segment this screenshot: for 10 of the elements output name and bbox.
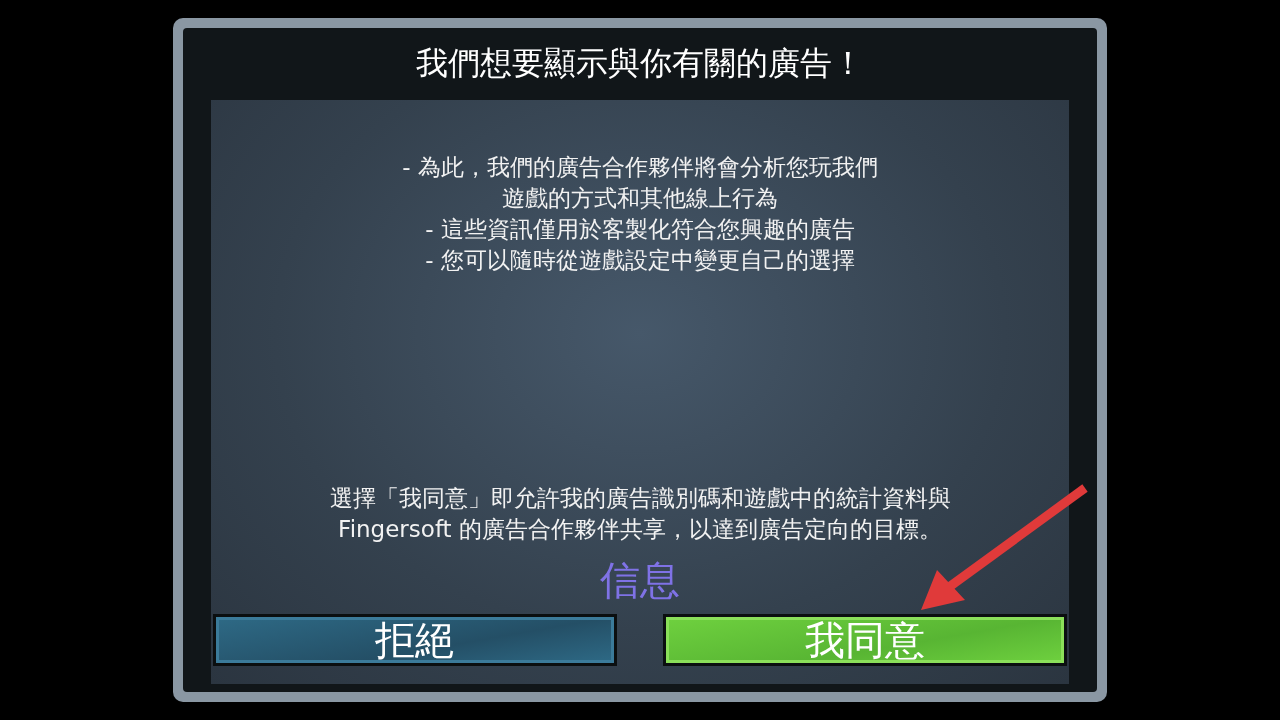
consent-text: Fingersoft 的廣告合作夥伴共享，以達到廣告定向的目標。	[338, 515, 942, 544]
consent-text: 選擇「我同意」即允許我的廣告識別碼和遊戲中的統計資料與	[329, 484, 951, 513]
info-text: - 這些資訊僅用於客製化符合您興趣的廣告	[425, 215, 855, 244]
info-text: 遊戲的方式和其他線上行為	[502, 184, 778, 213]
info-text: - 您可以隨時從遊戲設定中變更自己的選擇	[425, 246, 855, 275]
dialog-title: 我們想要顯示與你有關的廣告！	[415, 43, 865, 84]
info-text: - 為此，我們的廣告合作夥伴將會分析您玩我們	[402, 153, 878, 182]
decline-button[interactable]: 拒絕	[213, 614, 617, 666]
accept-button[interactable]: 我同意	[663, 614, 1067, 666]
info-link[interactable]: 信息	[600, 553, 680, 608]
